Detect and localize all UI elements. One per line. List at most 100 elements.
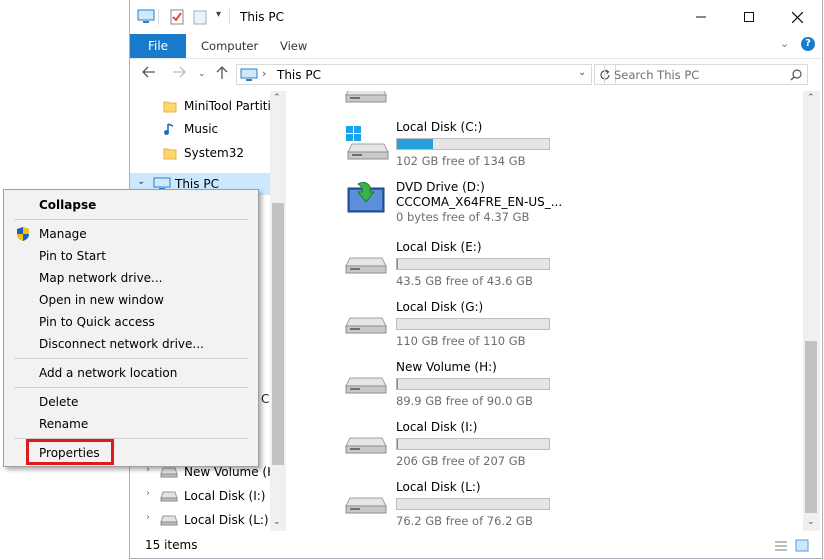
drive-icon (345, 317, 387, 334)
back-button[interactable] (142, 66, 156, 82)
drive-usage-bar (396, 378, 550, 390)
menu-item-label: Manage (39, 227, 87, 241)
nav-item-label: New Volume (H: (184, 465, 281, 479)
help-icon[interactable]: ? (801, 37, 815, 51)
drive-free-space: 76.2 GB free of 76.2 GB (396, 514, 533, 528)
address-bar[interactable]: › This PC ⌄ (236, 64, 592, 85)
menu-item-label: Rename (39, 417, 89, 431)
expand-chevron-icon[interactable]: › (146, 488, 150, 499)
close-button[interactable] (786, 6, 808, 28)
nav-item-music[interactable]: Music (130, 118, 270, 140)
menu-separator (14, 219, 248, 220)
computer-icon (137, 9, 155, 23)
details-view-icon[interactable] (774, 540, 788, 552)
scroll-down-icon[interactable]: ⌄ (807, 517, 815, 527)
drive-item-i[interactable]: Local Disk (I:) 206 GB free of 207 GB (344, 420, 564, 476)
drive-icon (160, 491, 178, 502)
up-button[interactable] (216, 66, 228, 84)
maximize-button[interactable] (738, 6, 760, 28)
drive-icon (345, 377, 387, 394)
menu-item-label: Add a network location (39, 366, 178, 380)
nav-item-label: Music (184, 122, 219, 136)
menu-item-pin-quick-access[interactable]: Pin to Quick access (6, 311, 256, 333)
properties-icon[interactable] (170, 9, 184, 25)
drive-item-l[interactable]: Local Disk (L:) 76.2 GB free of 76.2 GB (344, 480, 564, 531)
menu-item-collapse[interactable]: Collapse (6, 194, 256, 216)
drive-name-line2: CCCOMA_X64FRE_EN-US_... (396, 195, 563, 209)
nav-item-local-disk-l[interactable]: › Local Disk (L:) (130, 509, 270, 531)
drive-name: Local Disk (G:) (396, 300, 484, 314)
new-folder-icon[interactable] (193, 9, 207, 25)
drive-name: Local Disk (C:) (396, 120, 483, 134)
drive-item-c[interactable]: Local Disk (C:) 102 GB free of 134 GB (344, 120, 564, 176)
drives-list: Local Disk (C:) 102 GB free of 134 GB DV… (287, 91, 803, 531)
drive-name: New Volume (H:) (396, 360, 497, 374)
collapse-chevron-icon[interactable]: ⌄ (137, 176, 145, 187)
tab-file[interactable]: File (130, 34, 186, 58)
expand-chevron-icon[interactable]: › (146, 512, 150, 523)
scroll-up-icon[interactable]: ⌃ (807, 93, 815, 103)
minimize-icon (696, 16, 706, 18)
context-menu: Collapse Manage Pin to Start Map network… (3, 189, 259, 467)
breadcrumb-chevron-icon: › (262, 67, 267, 80)
menu-item-label: Disconnect network drive... (39, 337, 204, 351)
drive-item-h[interactable]: New Volume (H:) 89.9 GB free of 90.0 GB (344, 360, 564, 416)
properties-highlight-box (26, 439, 114, 465)
menu-item-label: Collapse (39, 198, 97, 212)
customize-quick-access-icon[interactable]: ▾ (216, 9, 221, 20)
status-bar: 15 items (130, 531, 822, 558)
large-icons-view-icon[interactable] (795, 539, 809, 552)
scrollbar-thumb[interactable] (272, 203, 284, 465)
drive-usage-fill (397, 139, 434, 149)
tab-computer[interactable]: Computer (201, 39, 258, 53)
maximize-icon (744, 12, 754, 22)
drive-free-space: 89.9 GB free of 90.0 GB (396, 394, 533, 408)
menu-item-manage[interactable]: Manage (6, 223, 256, 245)
divider (158, 9, 159, 25)
drive-item-d[interactable]: DVD Drive (D:) CCCOMA_X64FRE_EN-US_... 0… (344, 180, 564, 230)
drive-item-e[interactable]: Local Disk (E:) 43.5 GB free of 43.6 GB (344, 240, 564, 296)
forward-arrow-icon (173, 66, 186, 78)
nav-pane-scrollbar[interactable]: ⌃ ⌄ (270, 91, 286, 531)
menu-item-open-new-window[interactable]: Open in new window (6, 289, 256, 311)
music-icon (164, 123, 174, 135)
drive-icon (160, 515, 178, 526)
minimize-button[interactable] (690, 6, 712, 28)
menu-item-pin-to-start[interactable]: Pin to Start (6, 245, 256, 267)
up-arrow-icon (216, 66, 228, 79)
nav-item-system32[interactable]: System32 (130, 142, 270, 164)
scrollbar-thumb[interactable] (805, 341, 817, 513)
ribbon-tabs: File Computer View ⌄ ? (130, 34, 822, 59)
expand-ribbon-icon[interactable]: ⌄ (780, 37, 789, 50)
menu-separator (14, 358, 248, 359)
back-arrow-icon (142, 66, 155, 78)
window-title: This PC (240, 10, 284, 24)
menu-item-rename[interactable]: Rename (6, 413, 256, 435)
drive-free-space: 102 GB free of 134 GB (396, 154, 526, 168)
search-input[interactable]: Search This PC (604, 64, 808, 85)
drive-free-space: 43.5 GB free of 43.6 GB (396, 274, 533, 288)
nav-item-local-disk-i[interactable]: › Local Disk (I:) (130, 485, 270, 507)
folder-icon (163, 148, 177, 160)
title-bar: ▾ This PC (130, 0, 822, 34)
address-path: This PC (277, 68, 321, 82)
forward-button[interactable] (172, 66, 186, 82)
menu-item-delete[interactable]: Delete (6, 391, 256, 413)
tab-view[interactable]: View (280, 39, 307, 53)
content-scrollbar[interactable]: ⌃ ⌄ (803, 91, 820, 531)
scroll-down-icon[interactable]: ⌄ (273, 517, 281, 527)
menu-item-disconnect-network-drive[interactable]: Disconnect network drive... (6, 333, 256, 355)
recent-locations-icon[interactable]: ⌄ (198, 69, 206, 79)
drive-icon (345, 257, 387, 274)
menu-item-map-network-drive[interactable]: Map network drive... (6, 267, 256, 289)
nav-item-minitool[interactable]: MiniTool Partitic (130, 95, 277, 117)
nav-item-label: Local Disk (I:) (184, 489, 266, 503)
menu-item-label: Pin to Start (39, 249, 106, 263)
scroll-up-icon[interactable]: ⌃ (273, 93, 281, 103)
address-dropdown-icon[interactable]: ⌄ (578, 67, 586, 78)
menu-item-label: Map network drive... (39, 271, 163, 285)
drive-name-line1: DVD Drive (D:) (396, 180, 485, 194)
drive-item-g[interactable]: Local Disk (G:) 110 GB free of 110 GB (344, 300, 564, 356)
menu-item-add-network-location[interactable]: Add a network location (6, 362, 256, 384)
drive-usage-fill (397, 439, 398, 449)
